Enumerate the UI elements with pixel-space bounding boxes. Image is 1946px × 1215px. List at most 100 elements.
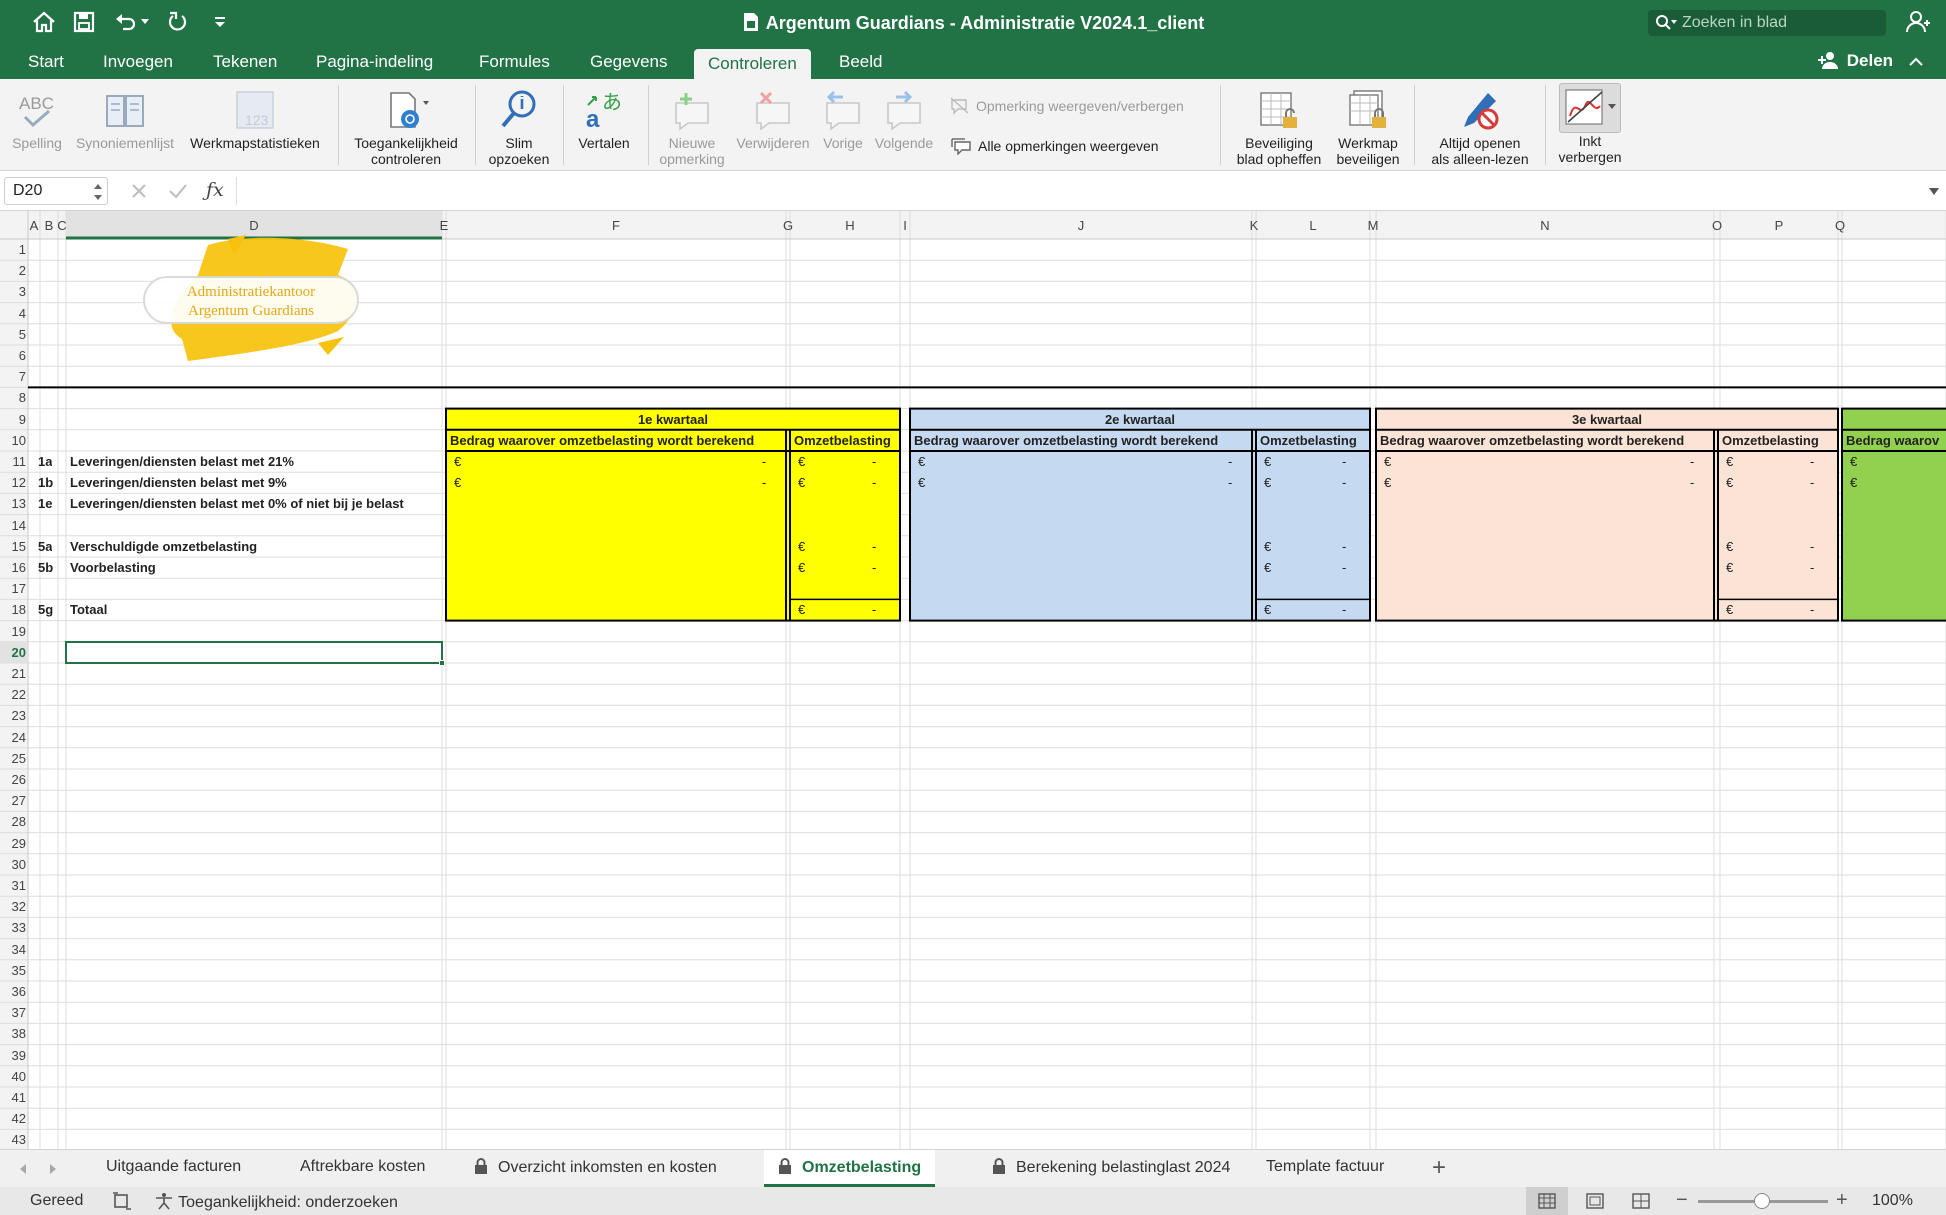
column-header: M: [1367, 218, 1379, 233]
delete-comment-button[interactable]: Verwijderen: [732, 85, 814, 151]
protect-workbook-label-2: beveiligen: [1336, 151, 1400, 167]
previous-comment-button[interactable]: Vorige: [816, 85, 870, 151]
tab-start[interactable]: Start: [28, 52, 64, 79]
spelling-button[interactable]: ABC Spelling: [8, 85, 66, 151]
expand-formula-icon[interactable]: [1928, 187, 1940, 197]
collapse-ribbon-icon[interactable]: [1908, 55, 1924, 73]
tab-beeld[interactable]: Beeld: [839, 52, 882, 79]
name-box-stepper-icon[interactable]: [93, 182, 103, 202]
tab-pagina-indeling[interactable]: Pagina-indeling: [316, 52, 433, 79]
accessibility-status[interactable]: Toegankelijkheid: onderzoeken: [154, 1192, 398, 1212]
row-header: 3: [18, 284, 26, 300]
row-header: 16: [11, 560, 26, 575]
new-comment-button[interactable]: Nieuwe opmerking: [654, 85, 730, 167]
show-all-comments-button[interactable]: Alle opmerkingen weergeven: [950, 137, 1159, 156]
protect-workbook-button[interactable]: Werkmap beveiligen: [1330, 85, 1406, 167]
show-hide-comment-label: Opmerking weergeven/verbergen: [976, 98, 1184, 114]
hide-ink-button[interactable]: Inkt verbergen: [1556, 83, 1624, 165]
page-break-view-icon[interactable]: [1632, 1193, 1650, 1209]
sheet-tab[interactable]: Aftrekbare kosten: [286, 1158, 439, 1176]
zoom-slider-thumb[interactable]: [1754, 1193, 1770, 1209]
row-header: 20: [11, 644, 26, 660]
row-header: 17: [11, 581, 26, 597]
sheet-tab[interactable]: Overzicht inkomsten en kosten: [460, 1158, 731, 1177]
tax-value: -: [1810, 454, 1815, 469]
zoom-in-button[interactable]: +: [1836, 1189, 1848, 1212]
zoom-level[interactable]: 100%: [1872, 1192, 1913, 1210]
selected-cell[interactable]: [65, 640, 443, 664]
row-header: 7: [18, 369, 26, 385]
delete-comment-label: Verwijderen: [736, 135, 810, 151]
accessibility-label-1: Toegankelijkheid: [354, 135, 458, 151]
macro-recording-icon[interactable]: [112, 1192, 132, 1210]
currency-symbol: €: [1726, 560, 1734, 575]
currency-symbol: €: [798, 538, 806, 554]
scroll-tabs-right-icon[interactable]: [46, 1162, 60, 1176]
tab-formules[interactable]: Formules: [479, 52, 550, 79]
page-layout-view-icon[interactable]: [1586, 1193, 1604, 1209]
add-sheet-button[interactable]: +: [1432, 1154, 1446, 1182]
tab-tekenen[interactable]: Tekenen: [213, 52, 277, 79]
account-icon[interactable]: [1904, 8, 1932, 36]
workbook-statistics-button[interactable]: 123 Werkmapstatistieken: [184, 85, 326, 151]
zoom-out-button[interactable]: −: [1676, 1189, 1688, 1212]
sheet-tab[interactable]: Template factuur: [1252, 1158, 1398, 1176]
sheet-tab-label: Template factuur: [1266, 1158, 1385, 1175]
search-placeholder: Zoeken in blad: [1682, 14, 1787, 31]
show-hide-comment-button[interactable]: Opmerking weergeven/verbergen: [950, 97, 1184, 115]
column-header: I: [903, 218, 907, 233]
function-icon[interactable]: ƒx: [206, 179, 224, 201]
unprotect-sheet-label-2: blad opheffen: [1236, 151, 1322, 167]
confirm-icon[interactable]: [168, 182, 188, 200]
row-header: 41: [11, 1090, 26, 1105]
normal-view-button[interactable]: [1526, 1187, 1568, 1215]
sheet-tab-label: Omzetbelasting: [802, 1159, 922, 1176]
thesaurus-button[interactable]: Synoniemenlijst: [72, 85, 178, 151]
tab-controleren[interactable]: Controleren: [694, 49, 811, 79]
share-button[interactable]: Delen: [1818, 51, 1893, 78]
row-header: 37: [11, 1005, 26, 1021]
accessibility-icon: [390, 92, 429, 128]
currency-symbol: €: [454, 475, 462, 491]
tax-header: Omzetbelasting: [1260, 432, 1357, 448]
check-accessibility-button[interactable]: Toegankelijkheid controleren: [346, 85, 466, 167]
sheet-tab[interactable]: Berekening belastinglast 2024: [978, 1158, 1244, 1177]
sheet-tab[interactable]: Omzetbelasting: [764, 1150, 936, 1187]
tax-value: -: [1342, 560, 1347, 575]
name-box[interactable]: D20: [4, 177, 108, 205]
always-open-readonly-button[interactable]: Altijd openen als alleen-lezen: [1422, 85, 1538, 167]
amount-value: -: [1690, 454, 1695, 469]
tab-invoegen[interactable]: Invoegen: [103, 52, 173, 79]
column-header: J: [1077, 218, 1085, 233]
tax-row-code: 5g: [38, 602, 54, 618]
tab-gegevens[interactable]: Gegevens: [590, 52, 668, 79]
row-header: 13: [11, 496, 26, 512]
row-header: 27: [11, 793, 26, 809]
tax-value: -: [1810, 538, 1815, 554]
tax-row-label: Verschuldigde omzetbelasting: [70, 538, 258, 554]
column-header: G: [782, 218, 794, 233]
spreadsheet-grid[interactable]: A B C D E F G H I J K L M N O P Q 1 2 3 4 5 6 7 8 9 10 11 12 13 14 15 16…: [0, 211, 1946, 1149]
svg-text:ABC: ABC: [19, 94, 54, 113]
next-comment-button[interactable]: Volgende: [872, 85, 936, 151]
show-hide-comment-icon: [950, 97, 969, 115]
read-only-icon: [1464, 93, 1499, 130]
column-header: P: [1774, 218, 1784, 233]
scroll-tabs-left-icon[interactable]: [16, 1162, 30, 1176]
unprotect-sheet-button[interactable]: Beveiliging blad opheffen: [1230, 85, 1328, 167]
currency-symbol: €: [1850, 454, 1858, 469]
cancel-icon[interactable]: [130, 182, 148, 200]
row-header: 8: [18, 390, 26, 406]
currency-symbol: €: [1726, 602, 1734, 618]
tax-row-label: Leveringen/diensten belast met 9%: [70, 475, 287, 491]
ribbon-separator: [563, 85, 564, 165]
sheet-tab[interactable]: Uitgaande facturen: [92, 1158, 255, 1176]
smart-lookup-button[interactable]: Slim opzoeken: [482, 85, 556, 167]
search-input[interactable]: Zoeken in blad: [1648, 10, 1886, 36]
tax-value: -: [1342, 602, 1347, 618]
tax-value: -: [872, 538, 877, 554]
fill-handle[interactable]: [439, 660, 445, 666]
tax-row-label: Voorbelasting: [70, 560, 156, 575]
formula-input[interactable]: [242, 177, 1922, 205]
translate-button[interactable]: aあ Vertalen: [570, 85, 638, 151]
